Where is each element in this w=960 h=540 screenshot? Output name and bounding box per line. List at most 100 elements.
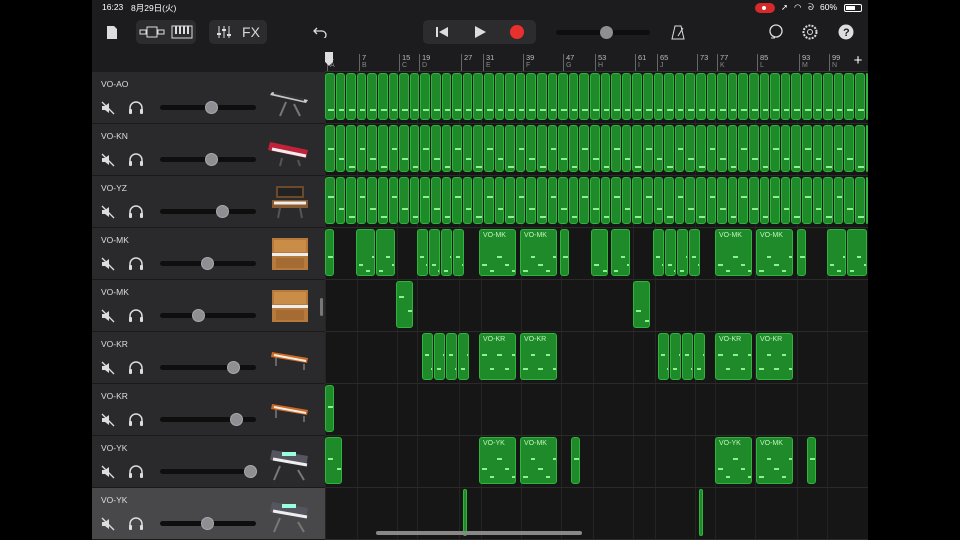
- midi-region[interactable]: VO-KR: [715, 333, 752, 380]
- midi-region[interactable]: [505, 125, 515, 172]
- midi-region[interactable]: VO-KR: [479, 333, 516, 380]
- midi-region[interactable]: [558, 177, 568, 224]
- midi-region[interactable]: [632, 125, 642, 172]
- track-row[interactable]: VO-MK: [92, 280, 868, 332]
- headphones-icon[interactable]: [128, 413, 144, 427]
- midi-region[interactable]: [409, 125, 420, 172]
- track-volume-slider[interactable]: [160, 465, 257, 478]
- midi-region[interactable]: [664, 177, 674, 224]
- midi-region[interactable]: [738, 73, 748, 120]
- midi-region[interactable]: [537, 125, 547, 172]
- midi-region[interactable]: [658, 333, 669, 380]
- midi-region[interactable]: [633, 281, 650, 328]
- midi-region[interactable]: [727, 125, 738, 172]
- track-lane[interactable]: VO-MK VO-MK VO-MK VO-MK: [325, 228, 868, 280]
- midi-region[interactable]: [802, 177, 812, 224]
- midi-region[interactable]: [717, 73, 727, 120]
- midi-region[interactable]: [325, 385, 334, 432]
- track-volume-knob[interactable]: [201, 257, 214, 270]
- midi-region[interactable]: [797, 229, 806, 276]
- midi-region[interactable]: [515, 73, 526, 120]
- midi-region[interactable]: [409, 177, 420, 224]
- track-volume-slider[interactable]: [160, 153, 256, 166]
- midi-region[interactable]: [431, 125, 441, 172]
- midi-region[interactable]: [682, 333, 693, 380]
- midi-region[interactable]: [547, 177, 558, 224]
- mute-icon[interactable]: [101, 153, 115, 167]
- midi-region[interactable]: [367, 177, 377, 224]
- midi-region[interactable]: [780, 177, 791, 224]
- midi-region[interactable]: [325, 125, 335, 172]
- midi-region[interactable]: [689, 229, 700, 276]
- midi-region[interactable]: [325, 437, 342, 484]
- track-volume-knob[interactable]: [230, 413, 243, 426]
- midi-region[interactable]: VO-MK: [756, 437, 793, 484]
- mute-icon[interactable]: [101, 101, 115, 115]
- midi-region[interactable]: [579, 73, 589, 120]
- midi-region[interactable]: [670, 333, 681, 380]
- midi-region[interactable]: [827, 229, 846, 276]
- midi-region[interactable]: [422, 333, 433, 380]
- midi-region[interactable]: [865, 125, 868, 172]
- midi-region[interactable]: [356, 125, 367, 172]
- midi-region[interactable]: [526, 73, 536, 120]
- midi-region[interactable]: [441, 125, 452, 172]
- headphones-icon[interactable]: [128, 153, 144, 167]
- midi-region[interactable]: VO-MK: [520, 229, 557, 276]
- midi-region[interactable]: [802, 125, 812, 172]
- midi-region[interactable]: [560, 229, 569, 276]
- midi-region[interactable]: [494, 177, 505, 224]
- midi-region[interactable]: [568, 177, 579, 224]
- track-header[interactable]: VO-AO: [92, 72, 325, 124]
- midi-region[interactable]: [356, 177, 367, 224]
- midi-region[interactable]: [431, 177, 441, 224]
- midi-region[interactable]: [378, 177, 388, 224]
- track-volume-slider[interactable]: [160, 205, 256, 218]
- midi-region[interactable]: [515, 177, 526, 224]
- headphones-icon[interactable]: [128, 465, 144, 479]
- midi-region[interactable]: [547, 125, 558, 172]
- midi-region[interactable]: [571, 437, 580, 484]
- midi-region[interactable]: [378, 73, 388, 120]
- track-row[interactable]: VO-KN: [92, 124, 868, 176]
- track-lane[interactable]: VO-YK VO-MK VO-YK VO-MK: [325, 436, 868, 488]
- midi-region[interactable]: [441, 73, 452, 120]
- midi-region[interactable]: [462, 125, 473, 172]
- midi-region[interactable]: [452, 73, 462, 120]
- track-volume-slider[interactable]: [160, 257, 256, 270]
- midi-region[interactable]: [558, 73, 568, 120]
- midi-region[interactable]: [325, 73, 335, 120]
- headphones-icon[interactable]: [128, 257, 144, 271]
- track-lane[interactable]: [325, 72, 868, 124]
- midi-region[interactable]: [494, 125, 505, 172]
- midi-region[interactable]: [453, 229, 464, 276]
- track-row[interactable]: VO-YK VO-YK VO-MK VO-YK VO-MK: [92, 436, 868, 488]
- midi-region[interactable]: [759, 125, 770, 172]
- midi-region[interactable]: VO-MK: [520, 437, 557, 484]
- track-volume-slider[interactable]: [160, 361, 256, 374]
- midi-region[interactable]: [685, 177, 695, 224]
- midi-region[interactable]: [484, 125, 494, 172]
- midi-region[interactable]: [335, 125, 346, 172]
- fx-button[interactable]: FX: [242, 24, 260, 40]
- midi-region[interactable]: [346, 125, 356, 172]
- midi-region[interactable]: [759, 177, 770, 224]
- track-volume-knob[interactable]: [192, 309, 205, 322]
- midi-region[interactable]: [600, 73, 611, 120]
- midi-region[interactable]: [473, 177, 483, 224]
- midi-region[interactable]: [429, 229, 440, 276]
- midi-region[interactable]: [591, 229, 608, 276]
- midi-region[interactable]: [665, 229, 676, 276]
- midi-region[interactable]: [643, 177, 653, 224]
- midi-region[interactable]: [674, 177, 685, 224]
- midi-region[interactable]: [833, 125, 844, 172]
- midi-region[interactable]: [458, 333, 469, 380]
- midi-region[interactable]: [452, 177, 462, 224]
- mute-icon[interactable]: [101, 205, 115, 219]
- my-songs-button[interactable]: [102, 20, 122, 44]
- mixer-sliders-icon[interactable]: [216, 25, 232, 39]
- midi-region[interactable]: [621, 73, 632, 120]
- midi-region[interactable]: [664, 125, 674, 172]
- track-header[interactable]: VO-KR: [92, 332, 325, 384]
- midi-region[interactable]: [367, 73, 377, 120]
